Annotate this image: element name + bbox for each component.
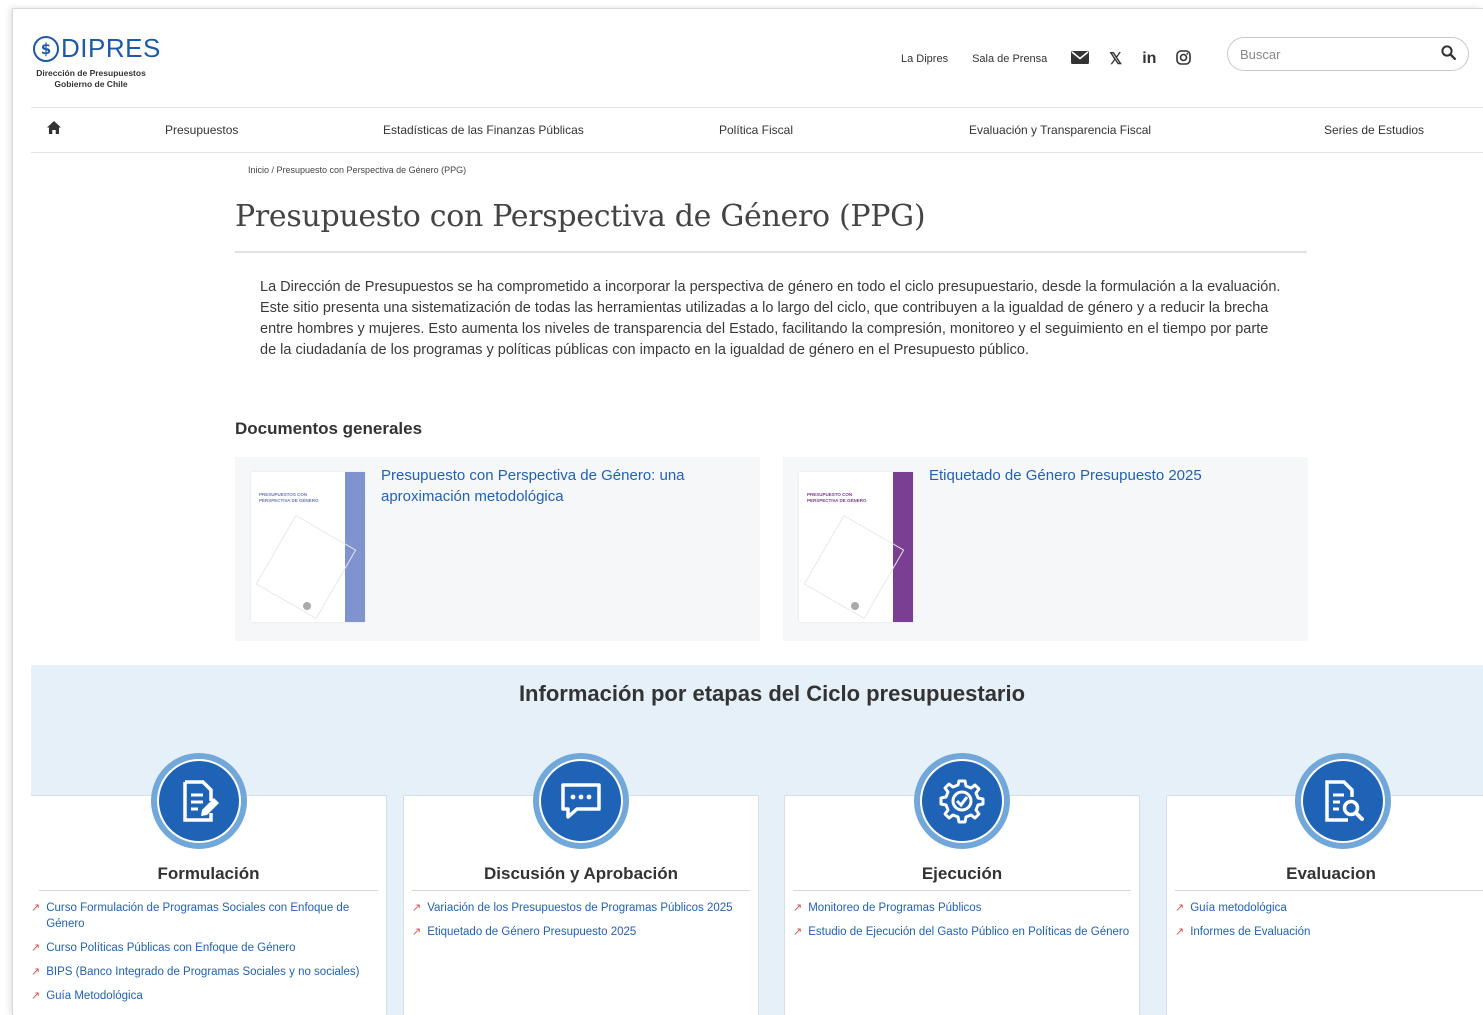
stage-link-label: Curso Políticas Públicas con Enfoque de … <box>46 942 296 954</box>
cover-seal <box>851 602 859 610</box>
doc-cover-image[interactable]: PRESUPUESTOS CON PERSPECTIVA DE GÉNERO <box>251 472 365 622</box>
external-link-icon: ↗ <box>793 926 803 938</box>
stage-link[interactable]: ↗ Guía metodológica <box>1175 900 1483 916</box>
stage-link[interactable]: ↗ Guía Metodológica <box>31 988 378 1004</box>
stage-link[interactable]: ↗ Etiquetado de Género Presupuesto 2025 <box>412 924 750 940</box>
stage-link-label: Estudio de Ejecución del Gasto Público e… <box>808 926 1130 938</box>
stage-link[interactable]: ↗ BIPS (Banco Integrado de Programas Soci… <box>31 964 378 980</box>
nav-politica-fiscal[interactable]: Política Fiscal <box>719 123 793 137</box>
stage-links: ↗ Monitoreo de Programas Públicos ↗ Estudi… <box>793 900 1131 948</box>
stage-link[interactable]: ↗ Estudio de Ejecución del Gasto Público … <box>793 924 1131 940</box>
link-sala-de-prensa[interactable]: Sala de Prensa <box>972 53 1047 65</box>
breadcrumb[interactable]: Inicio / Presupuesto con Perspectiva de … <box>248 165 466 175</box>
stage-link[interactable]: ↗ Informes de Evaluación <box>1175 924 1483 940</box>
budget-cycle-section: Información por etapas del Ciclo presupu… <box>31 665 1483 1015</box>
external-link-icon: ↗ <box>1175 902 1185 914</box>
linkedin-icon[interactable]: in <box>1142 50 1156 68</box>
stage-link[interactable]: ↗ Variación de los Presupuestos de Progra… <box>412 900 750 916</box>
logo-mark: $ DIPRES <box>33 33 163 64</box>
logo-brand: DIPRES <box>61 33 161 63</box>
main-nav: Presupuestos Estadísticas de las Finanza… <box>31 107 1483 153</box>
doc-card[interactable]: PRESUPUESTO CON PERSPECTIVA DE GÉNERO Et… <box>783 457 1308 641</box>
stage-links: ↗ Curso Formulación de Programas Sociales… <box>31 900 378 1012</box>
doc-link[interactable]: Etiquetado de Género Presupuesto 2025 <box>929 465 1249 486</box>
stage-link-label: BIPS (Banco Integrado de Programas Socia… <box>46 966 360 978</box>
nav-presupuestos[interactable]: Presupuestos <box>165 123 238 137</box>
logo-subtitle: Dirección de Presupuestos Gobierno de Ch… <box>33 68 149 90</box>
mail-icon[interactable] <box>1071 49 1090 69</box>
doc-link[interactable]: Presupuesto con Perspectiva de Género: u… <box>381 465 701 507</box>
stage-link-label: Guía Metodológica <box>46 990 143 1002</box>
nav-estadisticas[interactable]: Estadísticas de las Finanzas Públicas <box>383 123 584 137</box>
logo-sub-line2: Gobierno de Chile <box>54 79 128 89</box>
stage-title: Ejecución <box>793 864 1131 891</box>
x-twitter-icon[interactable]: 𝕏 <box>1109 49 1122 69</box>
top-links: La Dipres Sala de Prensa 𝕏 in <box>901 49 1211 69</box>
nav-evaluacion-transparencia[interactable]: Evaluación y Transparencia Fiscal <box>969 123 1151 137</box>
doc-card[interactable]: PRESUPUESTOS CON PERSPECTIVA DE GÉNERO P… <box>235 457 760 641</box>
dipres-logo[interactable]: $ DIPRES Dirección de Presupuestos Gobie… <box>33 33 163 90</box>
logo-icon: $ <box>33 35 59 62</box>
section-title: Información por etapas del Ciclo presupu… <box>518 681 1026 706</box>
stage-title: Discusión y Aprobación <box>412 864 750 891</box>
document-edit-icon[interactable] <box>151 753 247 849</box>
search-input[interactable] <box>1240 46 1441 62</box>
stage-links: ↗ Guía metodológica ↗ Informes de Evaluaci… <box>1175 900 1483 948</box>
title-divider <box>235 251 1307 253</box>
stage-link-label: Etiquetado de Género Presupuesto 2025 <box>427 926 637 938</box>
stage-link[interactable]: ↗ Curso Formulación de Programas Sociales… <box>31 900 378 932</box>
stage-links: ↗ Variación de los Presupuestos de Progra… <box>412 900 750 948</box>
stage-link-label: Guía metodológica <box>1190 902 1287 914</box>
stage-link-label: Curso Formulación de Programas Sociales … <box>46 902 350 930</box>
stage-title: Formulación <box>39 864 378 891</box>
cover-title: PRESUPUESTO CON PERSPECTIVA DE GÉNERO <box>807 492 867 503</box>
external-link-icon: ↗ <box>412 926 422 938</box>
intro-paragraph: La Dirección de Presupuestos se ha compr… <box>260 279 1281 358</box>
external-link-icon: ↗ <box>31 990 41 1002</box>
external-link-icon: ↗ <box>412 902 422 914</box>
stage-title: Evaluacion <box>1175 864 1483 891</box>
external-link-icon: ↗ <box>31 942 41 954</box>
page: $ DIPRES Dirección de Presupuestos Gobie… <box>12 8 1483 1015</box>
nav-series-estudios[interactable]: Series de Estudios <box>1324 123 1424 137</box>
stage-link[interactable]: ↗ Curso Políticas Públicas con Enfoque de… <box>31 940 378 956</box>
social-links: 𝕏 in <box>1071 49 1211 69</box>
stage-link-label: Informes de Evaluación <box>1190 926 1311 938</box>
document-search-icon[interactable] <box>1295 753 1391 849</box>
external-link-icon: ↗ <box>31 902 41 914</box>
stage-link[interactable]: ↗ Monitoreo de Programas Públicos <box>793 900 1131 916</box>
stage-link-label: Monitoreo de Programas Públicos <box>808 902 982 914</box>
logo-sub-line1: Dirección de Presupuestos <box>36 68 146 78</box>
gear-check-icon[interactable] <box>914 753 1010 849</box>
link-la-dipres[interactable]: La Dipres <box>901 53 948 65</box>
external-link-icon: ↗ <box>793 902 803 914</box>
instagram-icon[interactable] <box>1176 50 1192 68</box>
search-icon[interactable] <box>1441 44 1457 64</box>
doc-cover-image[interactable]: PRESUPUESTO CON PERSPECTIVA DE GÉNERO <box>799 472 913 622</box>
cover-seal <box>303 602 311 610</box>
stage-link-label: Variación de los Presupuestos de Program… <box>427 902 733 914</box>
cover-title: PRESUPUESTOS CON PERSPECTIVA DE GÉNERO <box>259 492 319 503</box>
chat-icon[interactable] <box>533 753 629 849</box>
search-box <box>1227 37 1469 71</box>
external-link-icon: ↗ <box>1175 926 1185 938</box>
external-link-icon: ↗ <box>31 966 41 978</box>
home-icon[interactable] <box>47 121 61 137</box>
page-title: Presupuesto con Perspectiva de Género (P… <box>235 199 926 234</box>
docs-heading: Documentos generales <box>235 419 423 438</box>
